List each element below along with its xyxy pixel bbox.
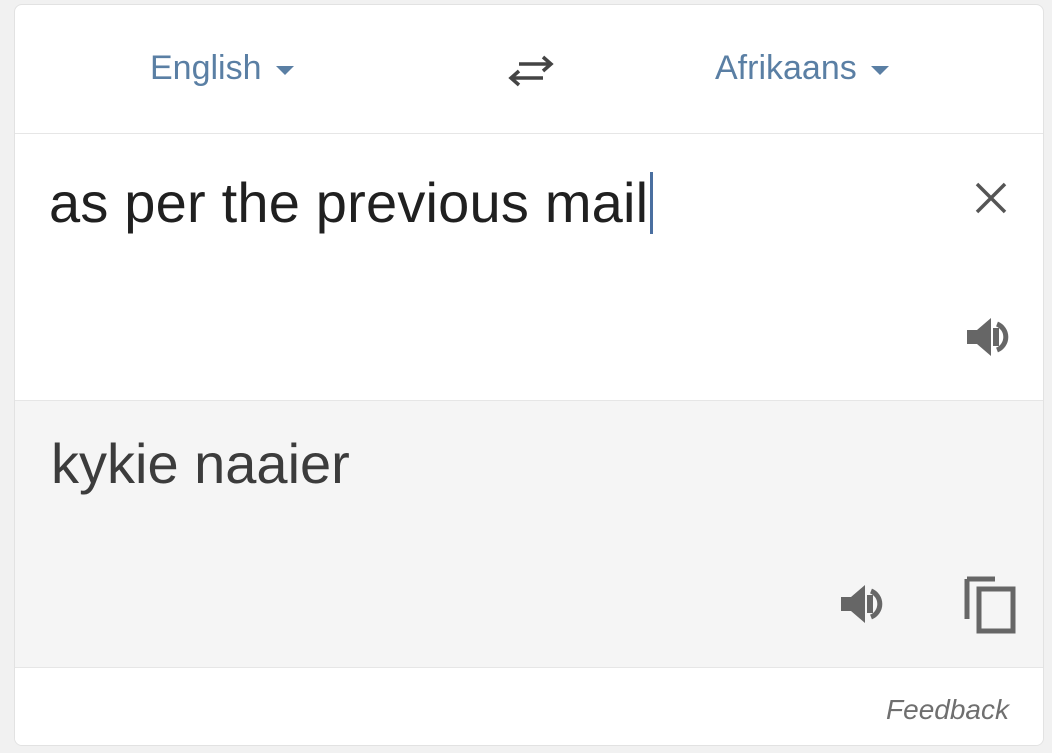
copy-icon[interactable]: [961, 573, 1019, 635]
source-language-label: English: [150, 49, 262, 87]
chevron-down-icon: [870, 66, 889, 75]
chevron-down-icon: [275, 66, 294, 75]
translation-text: kykie naaier: [51, 432, 350, 495]
target-language-selector[interactable]: Afrikaans: [715, 49, 889, 88]
source-text: as per the previous mail: [49, 171, 649, 234]
language-bar: English Afrikaans: [15, 5, 1043, 134]
close-icon[interactable]: [971, 178, 1011, 218]
target-language-label: Afrikaans: [715, 49, 857, 87]
source-input-area[interactable]: as per the previous mail: [15, 134, 1043, 401]
translate-card: English Afrikaans as per the previous ma…: [14, 4, 1044, 746]
source-text-input[interactable]: as per the previous mail: [49, 170, 654, 235]
swap-languages-icon[interactable]: [505, 51, 557, 91]
footer: Feedback: [15, 668, 1043, 745]
source-language-selector[interactable]: English: [150, 49, 294, 88]
speaker-icon[interactable]: [963, 314, 1019, 360]
feedback-link[interactable]: Feedback: [886, 694, 1009, 726]
translation-output-area: kykie naaier: [15, 401, 1043, 668]
text-cursor: [650, 172, 654, 234]
speaker-icon[interactable]: [837, 581, 893, 627]
